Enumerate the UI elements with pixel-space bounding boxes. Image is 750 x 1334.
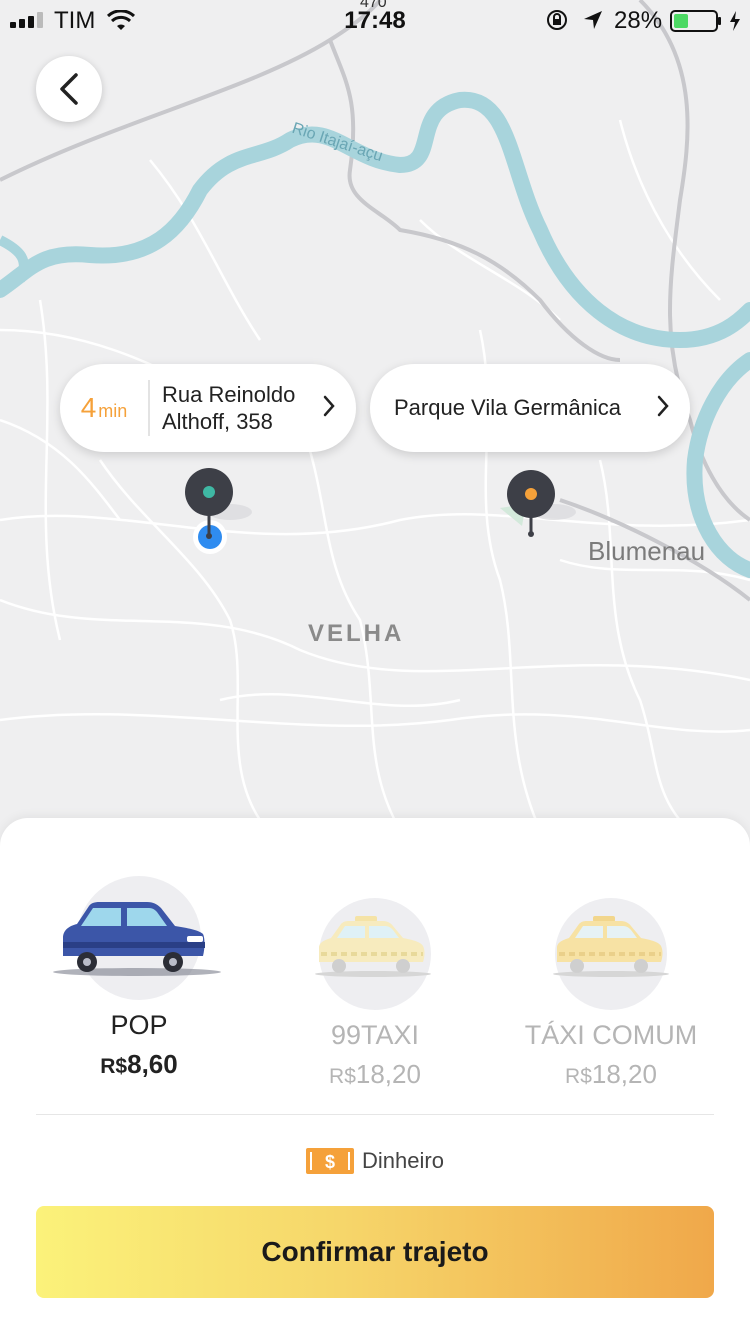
destination-label: Parque Vila Germânica [394,395,622,420]
currency: R$ [100,1055,128,1078]
taxi-icon [553,916,669,977]
ride-price: R$18,20 [250,1059,500,1090]
rotation-lock-icon [547,10,567,30]
pickup-pin-icon [185,468,252,554]
payment-label: Dinheiro [362,1148,444,1173]
ride-name: 99TAXI [330,1020,420,1050]
ride-options-sheet: POP R$8,60 99TAXI R$18,20 TÁXI COMUM R$1… [0,818,750,1334]
currency: R$ [565,1065,592,1088]
pickup-address-line1: Rua Reinoldo [162,382,296,407]
payment-method[interactable]: $ Dinheiro [0,1146,750,1176]
ride-price: R$8,60 [14,1049,264,1080]
svg-text:$: $ [325,1152,335,1172]
eta-unit: min [98,400,128,421]
ride-price: R$18,20 [486,1059,736,1090]
taxi-car-circle [315,898,431,1010]
eta-badge: 4 min [60,380,150,436]
location-arrow-icon [584,11,602,29]
battery-percent: 28% [614,7,663,34]
ride-name: POP [110,1010,168,1040]
chevron-right-icon [323,395,335,417]
eta-value: 4 [80,392,97,423]
battery-icon [670,10,740,32]
pickup-address: Rua Reinoldo Althoff, 358 [150,381,312,435]
ride-option-pop[interactable]: POP R$8,60 [14,876,264,1080]
city-label: Blumenau [588,536,706,566]
confirm-label: Confirmar trajeto [261,1236,489,1267]
pickup-bubble[interactable]: 4 min Rua Reinoldo Althoff, 358 [60,364,356,452]
ride-price-value: 8,60 [127,1049,178,1079]
taxi-icon [315,916,431,977]
chevron-left-icon [60,73,78,105]
confirm-route-button[interactable]: Confirmar trajeto [36,1206,714,1298]
pop-car-circle [53,876,221,1000]
district-label: VELHA [308,620,405,647]
chevron-right-icon [657,395,669,417]
taxi-comum-car-circle [553,898,669,1010]
ride-name: TÁXI COMUM [524,1020,698,1050]
sheet-divider [36,1114,714,1115]
currency: R$ [329,1065,356,1088]
ride-option-taxi-comum[interactable]: TÁXI COMUM R$18,20 [486,878,736,1090]
pickup-address-line2: Althoff, 358 [162,409,273,434]
cash-icon: $ [306,1148,355,1174]
ride-option-99taxi[interactable]: 99TAXI R$18,20 [250,878,500,1090]
destination-pin-icon [500,470,576,537]
back-button[interactable] [36,56,102,122]
ride-price-value: 18,20 [591,1059,657,1089]
destination-bubble[interactable]: Parque Vila Germânica [370,364,690,452]
ride-price-value: 18,20 [355,1059,421,1089]
status-bar: TIM 470 17:48 28% [0,0,750,40]
car-icon [53,902,221,976]
